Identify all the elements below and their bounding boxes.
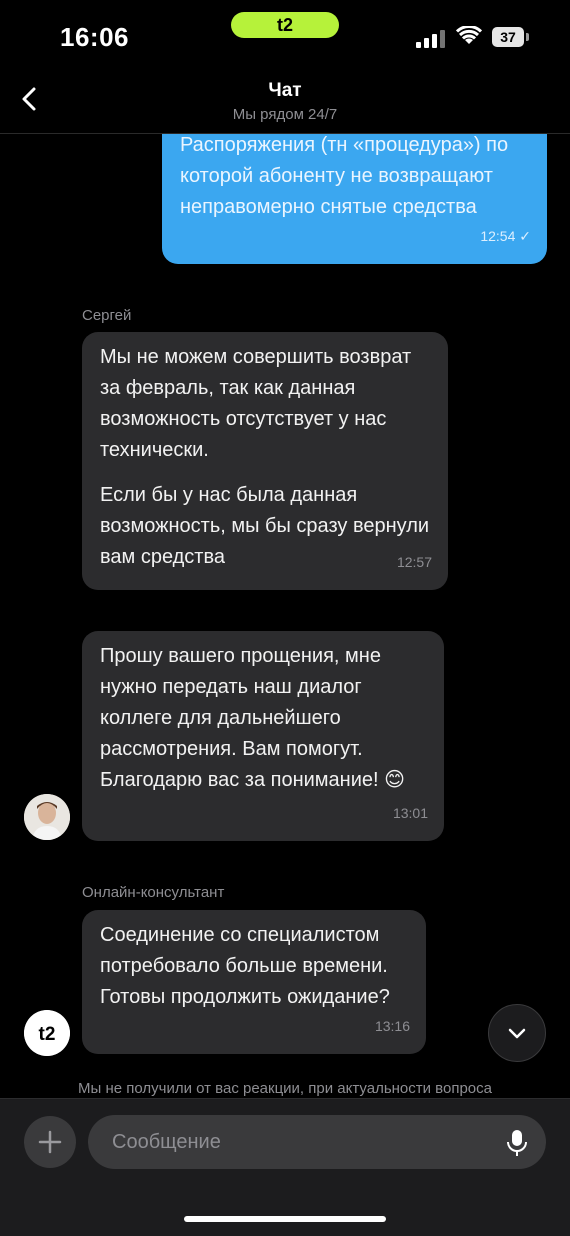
message-input[interactable] <box>88 1115 546 1169</box>
t2-logo-icon: t2 <box>24 1010 70 1056</box>
chat-header: Чат Мы рядом 24/7 <box>0 70 570 134</box>
person-avatar[interactable] <box>24 794 70 840</box>
wifi-icon <box>456 26 482 44</box>
incoming-message[interactable]: Мы не можем совершить возврат за февраль… <box>82 332 448 590</box>
home-indicator[interactable] <box>184 1216 386 1222</box>
message-text: Распоряжения (тн «процедура») по которой… <box>180 134 509 218</box>
outgoing-message[interactable]: Распоряжения (тн «процедура») по которой… <box>162 134 547 264</box>
person-icon <box>24 794 70 840</box>
sender-name: Сергей <box>82 307 132 324</box>
sender-name: Онлайн-консультант <box>82 884 225 901</box>
status-time: 16:06 <box>60 22 129 52</box>
battery-icon: 37 <box>492 27 529 47</box>
message-time: 13:01 <box>392 805 428 821</box>
message-time: 13:16 <box>374 1018 410 1034</box>
status-bar: 16:06 t2 37 <box>0 0 570 70</box>
message-text: Прошу вашего прощения, мне нужно передат… <box>100 645 405 791</box>
t2-logo-avatar[interactable]: t2 <box>24 1010 70 1056</box>
incoming-message[interactable]: Соединение со специалистом потребовало б… <box>82 910 426 1054</box>
page-title: Чат <box>268 80 302 101</box>
message-paragraph: Если бы у нас была данная возможность, м… <box>100 484 430 568</box>
message-text: Соединение со специалистом потребовало б… <box>100 924 390 1008</box>
incoming-message[interactable]: Прошу вашего прощения, мне нужно передат… <box>82 631 444 841</box>
message-paragraph: Мы не можем совершить возврат за февраль… <box>100 346 412 461</box>
message-time: 12:57 <box>396 554 432 570</box>
scroll-down-button[interactable] <box>488 1004 546 1062</box>
microphone-icon[interactable] <box>506 1129 528 1157</box>
chat-history[interactable]: Распоряжения (тн «процедура») по которой… <box>0 134 570 1098</box>
signal-icon <box>416 28 446 48</box>
system-notice: Мы не получили от вас реакции, при актуа… <box>78 1080 492 1097</box>
carrier-logo: t2 <box>231 12 339 38</box>
message-time: 12:54 ✓ <box>480 228 531 244</box>
attach-button[interactable] <box>24 1116 76 1168</box>
svg-text:t2: t2 <box>39 1024 56 1045</box>
page-subtitle: Мы рядом 24/7 <box>232 106 338 123</box>
chevron-down-icon <box>508 1028 526 1039</box>
plus-icon <box>38 1130 62 1154</box>
